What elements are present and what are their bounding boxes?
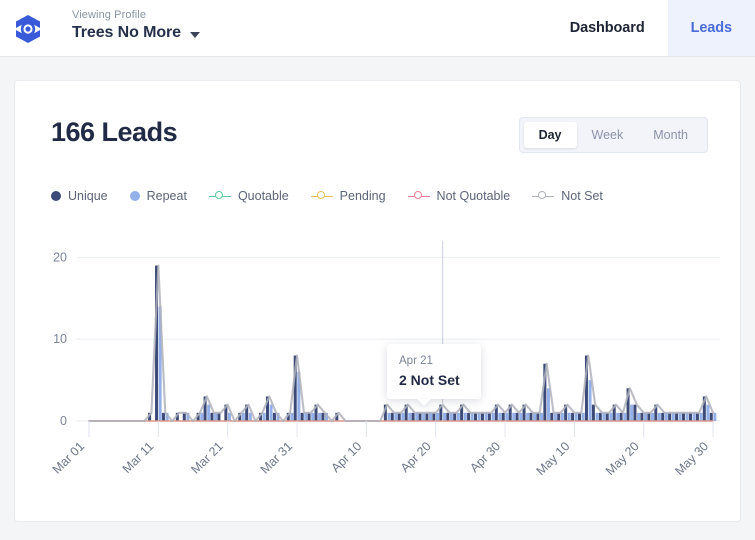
y-axis-tick-label: 20 [53, 250, 67, 264]
profile-name: Trees No More [72, 24, 181, 41]
x-axis-tick-label: Mar 11 [120, 439, 157, 476]
legend-item-repeat[interactable]: Repeat [129, 189, 187, 203]
chart-tooltip: Apr 21 2 Not Set [387, 344, 481, 406]
x-axis-tick-label: Mar 21 [188, 439, 225, 476]
y-axis-tick-label: 0 [60, 414, 67, 428]
chart-legend: Unique Repeat Quotable Pending Not Quota… [51, 189, 603, 203]
app-header: Viewing Profile Trees No More Dashboard … [0, 0, 755, 57]
x-axis-tick-label: Mar 01 [50, 439, 87, 476]
profile-selector[interactable]: Viewing Profile Trees No More [72, 8, 200, 42]
range-toggle-group: Day Week Month [518, 117, 708, 153]
range-option-week[interactable]: Week [577, 122, 639, 148]
viewing-profile-label: Viewing Profile [72, 9, 147, 21]
page-title: 166 Leads [51, 117, 178, 147]
nav-item-dashboard[interactable]: Dashboard [547, 0, 668, 56]
nav-item-leads[interactable]: Leads [667, 0, 755, 56]
legend-label: Quotable [237, 189, 289, 203]
legend-line-marker-icon [208, 191, 231, 201]
x-axis-tick-label: May 30 [672, 439, 711, 478]
range-option-month[interactable]: Month [638, 122, 703, 148]
legend-dot-icon [51, 191, 61, 201]
legend-item-not-quotable[interactable]: Not Quotable [407, 189, 511, 203]
legend-label: Not Set [561, 189, 603, 203]
profile-name-row[interactable]: Trees No More [72, 24, 200, 42]
tooltip-value: 2 Not Set [399, 372, 460, 388]
legend-line-marker-icon [310, 191, 333, 201]
hexagon-logo-icon[interactable] [9, 10, 47, 48]
legend-item-not-set[interactable]: Not Set [532, 189, 603, 203]
x-axis-tick-label: Apr 20 [398, 439, 434, 475]
y-axis-tick-label: 10 [53, 332, 67, 346]
chart-svg[interactable]: 0 10 20 Mar 01 Mar 11 Mar 21 Mar 31 Apr 10 Apr 2… [15, 231, 742, 521]
main-nav: Dashboard Leads [547, 0, 755, 56]
leads-chart-plot[interactable]: 0 10 20 Mar 01 Mar 11 Mar 21 Mar 31 Apr 10 Apr 2… [15, 231, 742, 521]
tooltip-tail [417, 399, 431, 406]
legend-item-unique[interactable]: Unique [51, 189, 108, 203]
legend-label: Unique [68, 189, 108, 203]
x-axis-tick-label: Apr 10 [329, 439, 365, 475]
x-axis-tick-label: Mar 31 [258, 439, 295, 476]
legend-line-marker-icon [407, 191, 430, 201]
x-axis-tick-label: May 20 [603, 439, 642, 478]
tooltip-date: Apr 21 [399, 355, 433, 367]
x-axis-tick-label: Apr 30 [467, 439, 503, 475]
x-axis-tick-label: May 10 [534, 439, 573, 478]
chevron-down-icon[interactable] [189, 31, 200, 38]
legend-line-marker-icon [532, 191, 555, 201]
legend-dot-icon [129, 191, 140, 201]
range-option-day[interactable]: Day [523, 122, 577, 148]
legend-label: Not Quotable [436, 189, 511, 203]
legend-label: Repeat [146, 189, 187, 203]
legend-item-pending[interactable]: Pending [310, 189, 386, 203]
legend-label: Pending [339, 189, 386, 203]
legend-item-quotable[interactable]: Quotable [208, 189, 289, 203]
leads-chart-card: 166 Leads Day Week Month Unique Repeat Q… [14, 80, 741, 522]
